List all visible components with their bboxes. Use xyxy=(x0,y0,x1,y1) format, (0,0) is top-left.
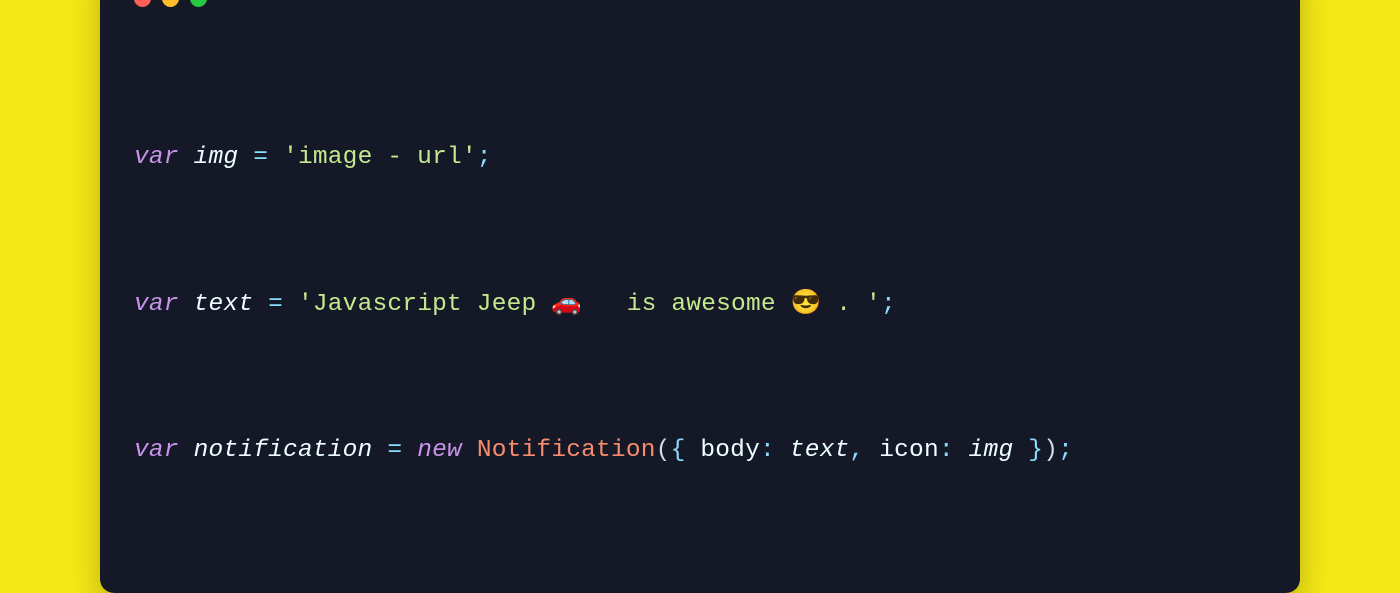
open-brace: { xyxy=(671,437,686,464)
code-block: var img = 'image - url'; var text = 'Jav… xyxy=(134,67,1266,543)
keyword-new: new xyxy=(417,437,462,464)
string-literal: 'image - url' xyxy=(283,144,477,171)
code-line-3: var notification = new Notification({ bo… xyxy=(134,433,1266,470)
property-icon: icon xyxy=(864,437,939,464)
class-notification: Notification xyxy=(477,437,656,464)
comma: , xyxy=(849,437,864,464)
close-brace: } xyxy=(1028,437,1043,464)
keyword-var: var xyxy=(134,437,179,464)
property-body: body xyxy=(685,437,760,464)
identifier-img: img xyxy=(194,144,239,171)
keyword-var: var xyxy=(134,291,179,318)
identifier-img: img xyxy=(969,437,1014,464)
code-window: var img = 'image - url'; var text = 'Jav… xyxy=(100,0,1300,593)
window-traffic-lights xyxy=(134,0,1266,7)
keyword-var: var xyxy=(134,144,179,171)
semicolon: ; xyxy=(881,291,896,318)
string-literal: 'Javascript Jeep 🚗 is awesome 😎 . ' xyxy=(298,291,881,318)
open-paren: ( xyxy=(656,437,671,464)
identifier-text: text xyxy=(194,291,254,318)
operator-equals: = xyxy=(253,144,268,171)
colon: : xyxy=(760,437,775,464)
maximize-icon xyxy=(190,0,207,7)
identifier-notification: notification xyxy=(194,437,373,464)
identifier-text: text xyxy=(790,437,850,464)
code-line-1: var img = 'image - url'; xyxy=(134,140,1266,177)
minimize-icon xyxy=(162,0,179,7)
close-icon xyxy=(134,0,151,7)
close-paren: ) xyxy=(1043,437,1058,464)
code-line-2: var text = 'Javascript Jeep 🚗 is awesome… xyxy=(134,287,1266,324)
operator-equals: = xyxy=(268,291,283,318)
semicolon: ; xyxy=(477,144,492,171)
operator-equals: = xyxy=(387,437,402,464)
colon: : xyxy=(939,437,954,464)
semicolon: ; xyxy=(1058,437,1073,464)
